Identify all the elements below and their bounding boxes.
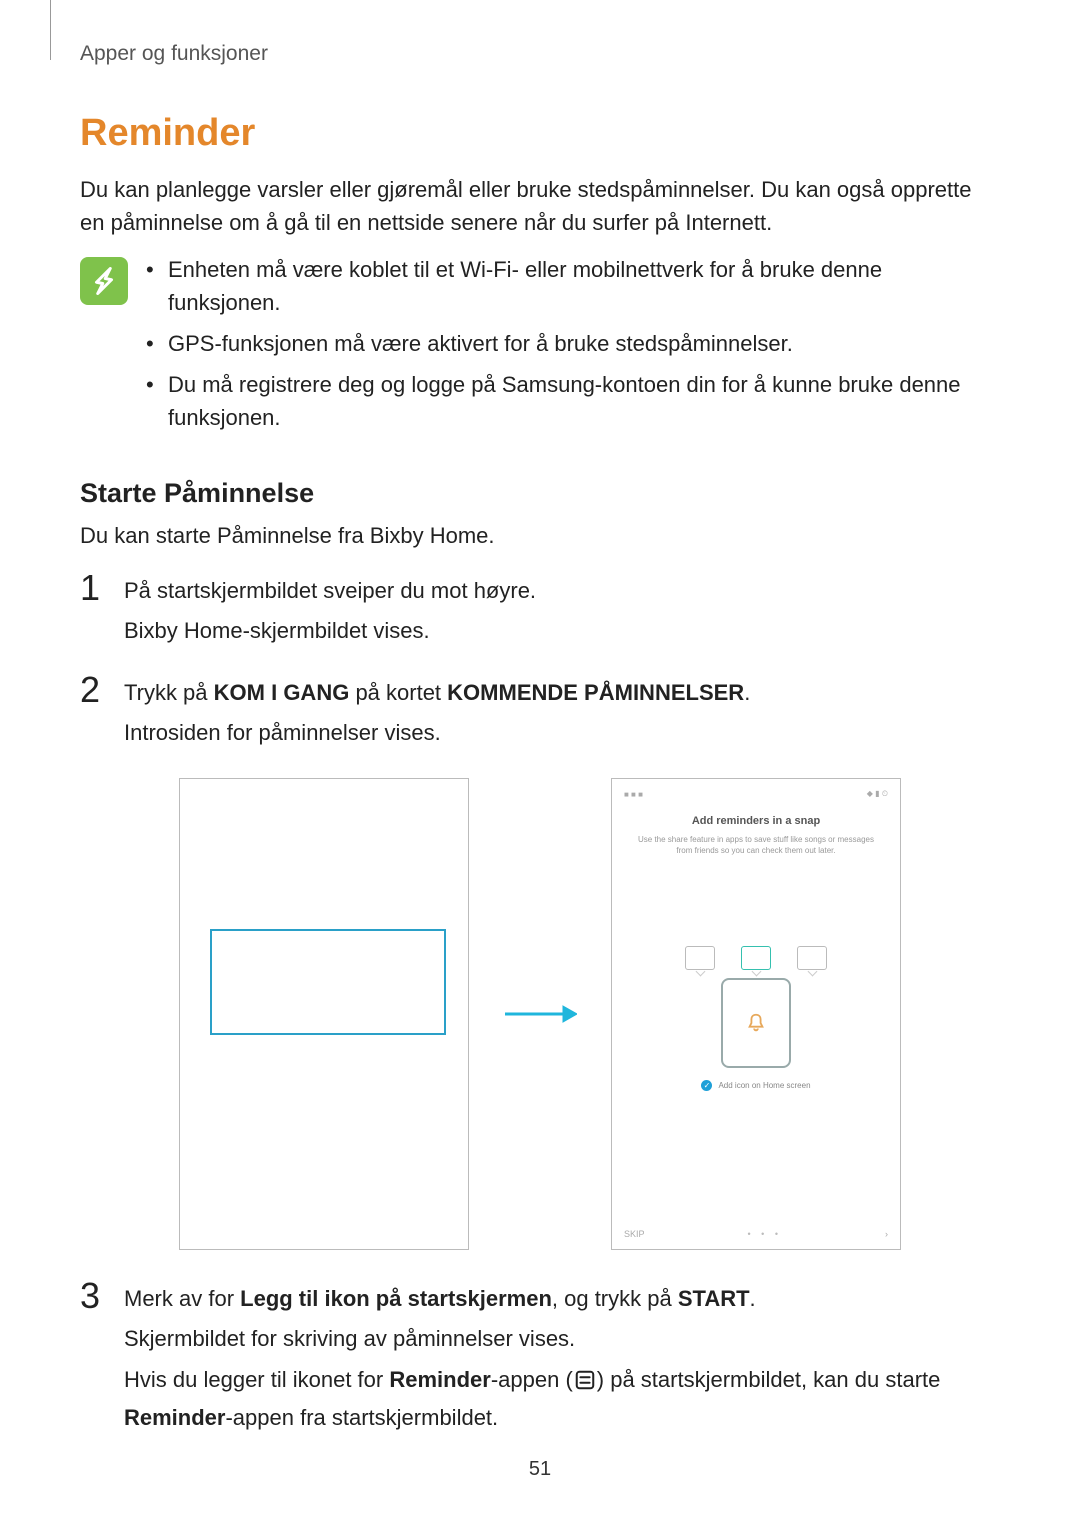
mock-icon-row	[624, 946, 888, 970]
note-icon	[80, 257, 128, 305]
mock-subtitle: Use the share feature in apps to save st…	[624, 835, 888, 856]
step-3: 3 Merk av for Legg til ikon på startskje…	[80, 1282, 1000, 1440]
step-text: Merk av for Legg til ikon på startskjerm…	[124, 1282, 1000, 1316]
check-icon: ✓	[701, 1080, 712, 1091]
highlight-card	[210, 929, 446, 1035]
note-item: Du må registrere deg og logge på Samsung…	[146, 368, 1000, 434]
mock-pager-dots: • • •	[748, 1229, 782, 1239]
card-icon	[685, 946, 715, 970]
mock-check-label: Add icon on Home screen	[718, 1081, 810, 1090]
arrow-right-icon	[503, 1002, 577, 1026]
mock-status-bar: ■ ■ ■◆ ▮ ⏲	[624, 789, 888, 799]
step-body: Merk av for Legg til ikon på startskjerm…	[124, 1282, 1000, 1440]
note-block: Enheten må være koblet til et Wi-Fi- ell…	[80, 253, 1000, 442]
step-body: På startskjermbildet sveiper du mot høyr…	[124, 574, 1000, 654]
step-text: Bixby Home-skjermbildet vises.	[124, 614, 1000, 648]
step-body: Trykk på KOM I GANG på kortet KOMMENDE P…	[124, 676, 1000, 756]
breadcrumb: Apper og funksjoner	[80, 42, 1000, 66]
reminder-app-icon	[573, 1367, 597, 1401]
note-item: Enheten må være koblet til et Wi-Fi- ell…	[146, 253, 1000, 319]
step-number: 1	[80, 570, 104, 606]
mock-start-chevron: ›	[885, 1229, 888, 1239]
step-2: 2 Trykk på KOM I GANG på kortet KOMMENDE…	[80, 676, 1000, 756]
subsection-intro: Du kan starte Påminnelse fra Bixby Home.	[80, 519, 1000, 552]
note-item: GPS-funksjonen må være aktivert for å br…	[146, 327, 1000, 360]
mock-checkbox-row: ✓ Add icon on Home screen	[624, 1080, 888, 1091]
figure-row: ■ ■ ■◆ ▮ ⏲ Add reminders in a snap Use t…	[80, 778, 1000, 1250]
mock-phone-right: ■ ■ ■◆ ▮ ⏲ Add reminders in a snap Use t…	[611, 778, 901, 1250]
step-number: 3	[80, 1278, 104, 1314]
step-text: Trykk på KOM I GANG på kortet KOMMENDE P…	[124, 676, 1000, 710]
step-text: Hvis du legger til ikonet for Reminder-a…	[124, 1363, 1000, 1435]
mock-phone-left	[179, 778, 469, 1250]
step-number: 2	[80, 672, 104, 708]
step-1: 1 På startskjermbildet sveiper du mot hø…	[80, 574, 1000, 654]
step-text: Skjermbildet for skriving av påminnelser…	[124, 1322, 1000, 1356]
step-text: På startskjermbildet sveiper du mot høyr…	[124, 574, 1000, 608]
document-page: Apper og funksjoner Reminder Du kan plan…	[0, 0, 1080, 1527]
intro-paragraph: Du kan planlegge varsler eller gjøremål …	[80, 173, 1000, 239]
mock-skip: SKIP	[624, 1229, 645, 1239]
note-list: Enheten må være koblet til et Wi-Fi- ell…	[146, 253, 1000, 442]
mock-title: Add reminders in a snap	[624, 815, 888, 827]
device-icon	[721, 978, 791, 1068]
margin-rule	[50, 0, 51, 60]
page-number: 51	[0, 1458, 1080, 1481]
mock-bottom-bar: SKIP • • • ›	[624, 1229, 888, 1239]
card-icon	[741, 946, 771, 970]
step-text: Introsiden for påminnelser vises.	[124, 716, 1000, 750]
subsection-title: Starte Påminnelse	[80, 478, 1000, 509]
card-icon	[797, 946, 827, 970]
page-title: Reminder	[80, 112, 1000, 155]
